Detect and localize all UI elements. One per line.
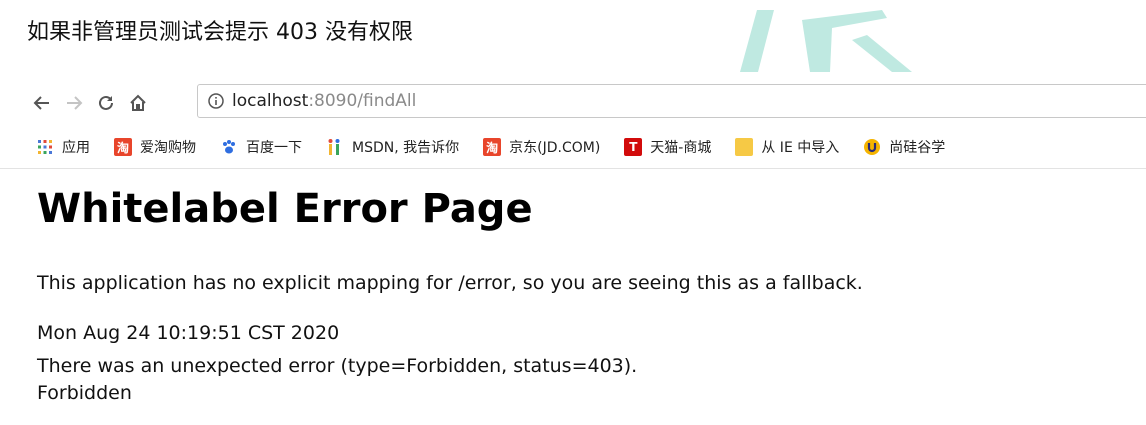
atguigu-icon bbox=[863, 138, 881, 156]
bookmark-baidu[interactable]: 百度一下 bbox=[220, 137, 302, 157]
url-path: :8090/findAll bbox=[308, 91, 417, 111]
url-host: localhost bbox=[232, 91, 309, 111]
watermark-logo bbox=[740, 10, 912, 72]
reload-icon bbox=[99, 95, 113, 110]
article-caption: 如果非管理员测试会提示 403 没有权限 bbox=[27, 20, 413, 45]
arrow-right-icon bbox=[67, 96, 83, 110]
bookmark-aitao[interactable]: 淘 爱淘购物 bbox=[114, 137, 196, 157]
tmall-icon: T bbox=[624, 138, 643, 156]
home-icon bbox=[130, 94, 146, 111]
back-button[interactable] bbox=[27, 88, 57, 118]
taobao-icon: 淘 bbox=[114, 138, 132, 156]
taobao-icon: 淘 bbox=[483, 138, 502, 156]
info-icon[interactable] bbox=[208, 93, 224, 109]
bookmark-label: 尚硅谷学 bbox=[889, 140, 946, 156]
reload-button[interactable] bbox=[91, 88, 121, 118]
bookmark-label: MSDN, 我告诉你 bbox=[352, 140, 460, 156]
forward-button[interactable] bbox=[59, 88, 89, 118]
error-timestamp: Mon Aug 24 10:19:51 CST 2020 bbox=[37, 322, 340, 344]
bookmark-jd[interactable]: 淘 京东(JD.COM) bbox=[483, 137, 600, 157]
folder-icon bbox=[735, 138, 754, 156]
apps-grid-icon bbox=[36, 138, 54, 156]
address-bar[interactable]: localhost:8090/findAll bbox=[197, 84, 1146, 118]
bookmark-label: 应用 bbox=[62, 140, 90, 156]
bookmark-label: 从 IE 中导入 bbox=[761, 140, 840, 156]
arrow-left-icon bbox=[33, 96, 49, 110]
home-button[interactable] bbox=[123, 88, 153, 118]
bookmark-apps[interactable]: 应用 bbox=[36, 137, 90, 157]
page-title: Whitelabel Error Page bbox=[37, 186, 533, 232]
bookmark-atguigu[interactable]: 尚硅谷学 bbox=[863, 137, 945, 157]
toolbar-divider bbox=[0, 168, 1146, 169]
browser-toolbar: localhost:8090/findAll bbox=[27, 84, 1146, 122]
error-message: This application has no explicit mapping… bbox=[37, 272, 863, 294]
bookmarks-bar: 应用 淘 爱淘购物 百度一下 MSDN, 我告诉你 淘 京东(JD.COM) T… bbox=[36, 132, 1146, 162]
baidu-paw-icon bbox=[220, 138, 238, 156]
error-detail: There was an unexpected error (type=Forb… bbox=[37, 355, 638, 377]
bookmark-tmall[interactable]: T 天猫-商城 bbox=[624, 137, 711, 157]
bookmark-ie-import[interactable]: 从 IE 中导入 bbox=[735, 137, 839, 157]
bookmark-label: 天猫-商城 bbox=[650, 140, 712, 156]
bookmark-label: 百度一下 bbox=[246, 140, 302, 156]
bookmark-label: 京东(JD.COM) bbox=[509, 140, 601, 156]
msdn-icon bbox=[326, 138, 344, 156]
bookmark-msdn[interactable]: MSDN, 我告诉你 bbox=[326, 137, 459, 157]
bookmark-label: 爱淘购物 bbox=[140, 140, 196, 156]
error-status: Forbidden bbox=[37, 382, 132, 404]
